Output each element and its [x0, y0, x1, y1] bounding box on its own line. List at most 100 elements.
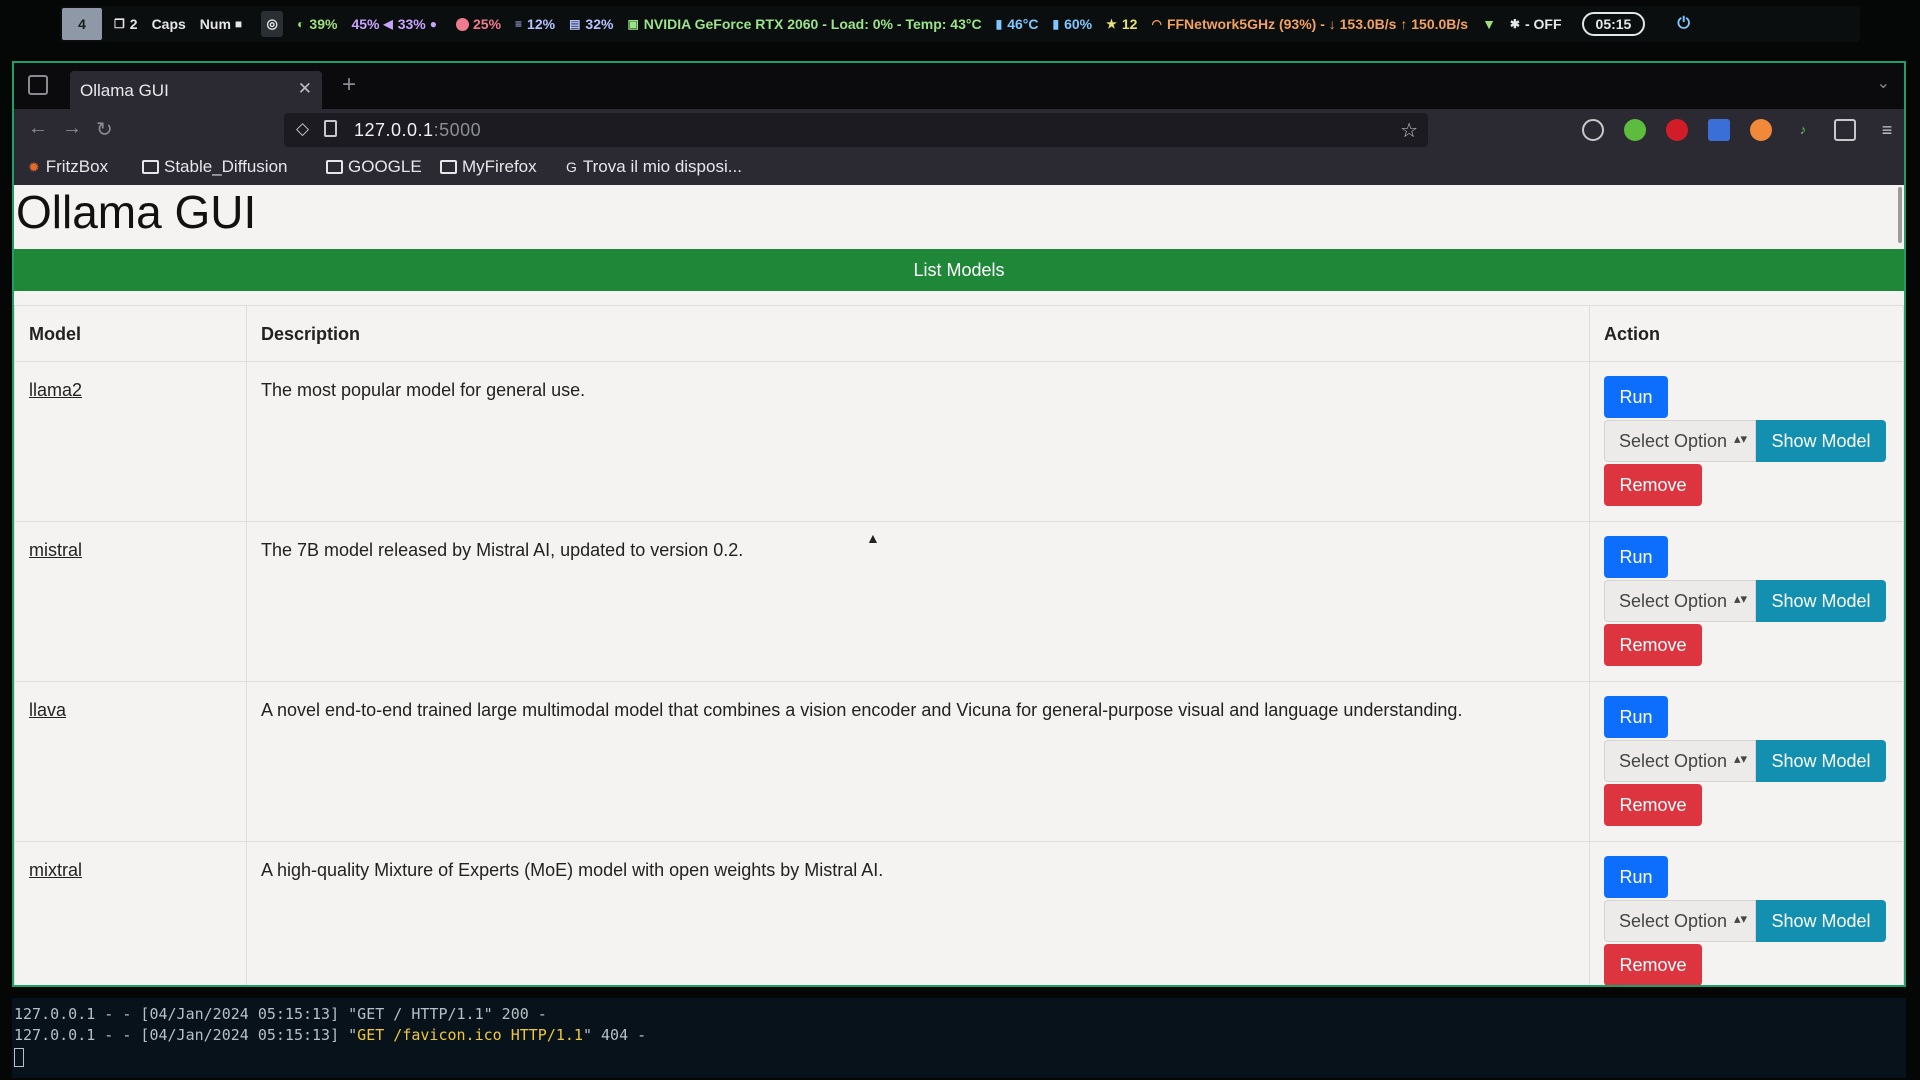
- wifi-icon: ◠: [1151, 17, 1162, 31]
- tab-list-icon[interactable]: [28, 75, 48, 95]
- chevron-down-icon[interactable]: ⌄: [1877, 73, 1890, 93]
- table-row: llama2 The most popular model for general…: [14, 361, 1904, 522]
- show-model-button[interactable]: Show Model: [1756, 420, 1886, 462]
- extension-orange-icon[interactable]: [1750, 119, 1772, 141]
- volume-value: 45%: [351, 16, 380, 32]
- column-header-action: Action: [1589, 305, 1904, 362]
- select-option-dropdown[interactable]: Select Option ▴▾: [1604, 740, 1756, 782]
- url-text[interactable]: 127.0.0.1:5000: [354, 120, 481, 141]
- back-icon[interactable]: ←: [28, 117, 48, 140]
- log-suffix: " 404 -: [582, 1026, 647, 1044]
- remove-button[interactable]: Remove: [1604, 624, 1702, 666]
- option-group: Select Option ▴▾ Show Model: [1604, 420, 1889, 462]
- url-bar[interactable]: ◇ 127.0.0.1:5000 ☆: [284, 113, 1428, 147]
- temperature-indicator: ▮ 46°C: [996, 16, 1039, 32]
- terminal-line: 127.0.0.1 - - [04/Jan/2024 05:15:13] "GE…: [14, 1025, 1904, 1046]
- power-icon[interactable]: ⏻: [1677, 15, 1690, 33]
- page-icon: [324, 120, 337, 137]
- bookmark-star-icon[interactable]: ☆: [1400, 118, 1418, 143]
- model-link[interactable]: mistral: [29, 540, 82, 560]
- speaker-icon: ◀: [383, 17, 393, 31]
- workspace-indicator[interactable]: 4: [62, 8, 102, 40]
- run-button[interactable]: Run: [1604, 376, 1668, 418]
- bookmark-fritzbox[interactable]: ✹ FritzBox: [28, 157, 108, 177]
- updates-icon: ★: [1106, 17, 1117, 31]
- tab-ollama-gui[interactable]: Ollama GUI ✕: [70, 71, 322, 109]
- run-button[interactable]: Run: [1604, 696, 1668, 738]
- tab-title: Ollama GUI: [80, 81, 169, 100]
- model-link[interactable]: llava: [29, 700, 66, 720]
- show-model-button[interactable]: Show Model: [1756, 740, 1886, 782]
- account-icon[interactable]: [1582, 119, 1604, 141]
- tab-bar: Ollama GUI ✕ + ⌄: [14, 63, 1904, 109]
- page-title: Ollama GUI: [16, 186, 257, 238]
- extensions-puzzle-icon[interactable]: [1834, 119, 1856, 141]
- lock-icon: ■: [234, 17, 243, 31]
- list-models-button[interactable]: List Models: [14, 249, 1904, 291]
- bookmarks-bar: ✹ FritzBox Stable_Diffusion GOOGLE MyFire…: [14, 151, 1904, 185]
- description-cell: The most popular model for general use.: [246, 361, 1590, 522]
- extension-green-icon[interactable]: [1624, 119, 1646, 141]
- bookmark-google[interactable]: GOOGLE: [326, 157, 422, 177]
- drive-icon: ▤: [569, 17, 581, 31]
- network-value: FFNetwork5GHz (93%) - ↓ 153.0B/s ↑ 150.0…: [1166, 16, 1469, 32]
- mouse-cursor-icon: ▲: [866, 530, 880, 546]
- remove-button[interactable]: Remove: [1604, 464, 1702, 506]
- option-group: Select Option ▴▾ Show Model: [1604, 580, 1889, 622]
- menu-icon[interactable]: ≡: [1876, 119, 1898, 141]
- show-model-button[interactable]: Show Model: [1756, 900, 1886, 942]
- remove-button[interactable]: Remove: [1604, 784, 1702, 826]
- folder-icon: [142, 160, 159, 174]
- model-link[interactable]: mixtral: [29, 860, 82, 880]
- option-group: Select Option ▴▾ Show Model: [1604, 900, 1889, 942]
- bookmark-myfirefox[interactable]: MyFirefox: [440, 157, 537, 177]
- folder-icon: [440, 160, 457, 174]
- run-button[interactable]: Run: [1604, 856, 1668, 898]
- memory-icon: [456, 17, 469, 31]
- select-option-dropdown[interactable]: Select Option ▴▾: [1604, 900, 1756, 942]
- eye-off-icon[interactable]: ◎: [261, 11, 284, 37]
- battery-indicator: ▮ 60%: [1052, 16, 1092, 32]
- select-option-dropdown[interactable]: Select Option ▴▾: [1604, 420, 1756, 462]
- vpn-icon: ▼: [1482, 16, 1496, 32]
- bookmark-label: Stable_Diffusion: [164, 157, 288, 176]
- windows-icon: ❐: [114, 17, 125, 31]
- close-icon[interactable]: ✕: [298, 79, 312, 99]
- network-indicator[interactable]: ◠ FFNetwork5GHz (93%) - ↓ 153.0B/s ↑ 150.…: [1151, 16, 1468, 32]
- updown-caret-icon: ▴▾: [1729, 431, 1747, 447]
- models-table: Model Description Action llama2 The most …: [14, 305, 1904, 985]
- model-cell: mixtral: [14, 841, 247, 985]
- updown-caret-icon: ▴▾: [1729, 591, 1747, 607]
- bookmark-trova[interactable]: G Trova il mio disposi...: [566, 157, 742, 177]
- log-suffix: " 200 -: [483, 1005, 547, 1023]
- battery-icon: ▮: [1052, 17, 1060, 31]
- scrollbar[interactable]: [1898, 187, 1902, 243]
- action-cell: Run Select Option ▴▾ Show Model Remove: [1589, 681, 1904, 842]
- google-icon: G: [566, 159, 577, 175]
- forward-icon[interactable]: →: [62, 117, 82, 140]
- select-option-dropdown[interactable]: Select Option ▴▾: [1604, 580, 1756, 622]
- updates-indicator[interactable]: ★ 12: [1106, 16, 1137, 32]
- volume-indicator[interactable]: 45% ◀ 33% ●: [351, 16, 442, 32]
- gpu-value: NVIDIA GeForce RTX 2060 - Load: 0% - Tem…: [643, 16, 982, 32]
- extension-blue-icon[interactable]: [1708, 119, 1730, 141]
- temperature-value: 46°C: [1007, 16, 1039, 32]
- remove-button[interactable]: Remove: [1604, 944, 1702, 985]
- run-button[interactable]: Run: [1604, 536, 1668, 578]
- new-tab-button[interactable]: +: [342, 71, 356, 99]
- clock[interactable]: 05:15: [1581, 12, 1646, 36]
- model-cell: llava: [14, 681, 247, 842]
- shield-icon[interactable]: ◇: [296, 119, 309, 139]
- table-row: mistral The 7B model released by Mistral …: [14, 521, 1904, 682]
- music-note-icon[interactable]: ♪: [1792, 119, 1814, 141]
- disk-indicator: ≡ 12%: [515, 16, 555, 32]
- ublock-icon[interactable]: [1666, 119, 1688, 141]
- terminal-cursor[interactable]: [14, 1048, 24, 1067]
- bookmark-stable-diffusion[interactable]: Stable_Diffusion: [142, 157, 288, 177]
- select-option-label: Select Option: [1619, 431, 1728, 451]
- bluetooth-indicator[interactable]: ✱ - OFF: [1510, 16, 1562, 32]
- model-link[interactable]: llama2: [29, 380, 82, 400]
- reload-icon[interactable]: ↻: [96, 117, 113, 142]
- description-cell: A novel end-to-end trained large multimo…: [246, 681, 1590, 842]
- show-model-button[interactable]: Show Model: [1756, 580, 1886, 622]
